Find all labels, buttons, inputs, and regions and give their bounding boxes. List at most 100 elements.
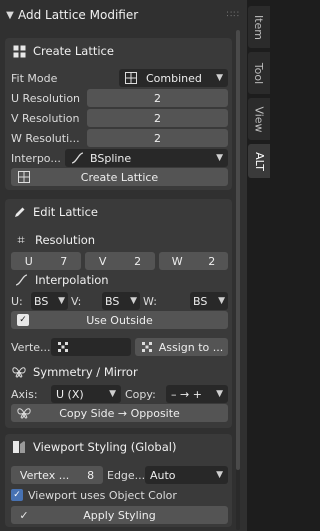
edit-w-label: W — [171, 254, 183, 268]
interp-w-dropdown[interactable]: BS ▼ — [190, 292, 228, 310]
tab-tool-label: Tool — [252, 62, 266, 84]
grid-icon — [17, 170, 31, 184]
edit-u-field[interactable]: U 7 — [11, 252, 81, 270]
tab-item-label: Item — [252, 14, 266, 40]
axis-value: U (X) — [56, 387, 84, 401]
butterfly-icon — [17, 406, 31, 420]
vertex-group-label: Verte... — [11, 340, 51, 354]
curve-icon — [14, 273, 28, 287]
chevron-down-icon: ▼ — [218, 296, 225, 306]
interpolation-title: Interpolation — [35, 273, 109, 287]
interp-u-value: BS — [34, 294, 49, 308]
checkbox-checked-icon[interactable]: ✓ — [11, 489, 23, 501]
tab-view-label: View — [252, 105, 266, 133]
chevron-down-icon: ▼ — [130, 296, 137, 306]
axis-dropdown[interactable]: U (X) ▼ — [51, 385, 121, 403]
drag-grip-icon[interactable]: ∷∷ — [227, 10, 240, 20]
interp-w-value: BS — [193, 294, 208, 308]
w-resolution-field[interactable]: 2 — [87, 129, 228, 147]
sidebar-tabs: Item Tool View ALT — [247, 0, 271, 531]
edit-lattice-box: Edit Lattice ⌗ Resolution U 7 V 2 W 2 In… — [5, 199, 232, 428]
interp-v-dropdown[interactable]: BS ▼ — [102, 292, 140, 310]
edit-lattice-title: Edit Lattice — [33, 205, 98, 219]
scrollbar-thumb[interactable] — [236, 30, 240, 470]
resolution-header: ⌗ Resolution — [14, 232, 95, 248]
pencil-icon — [12, 205, 26, 219]
use-outside-toggle[interactable]: ✓ Use Outside — [11, 311, 228, 329]
tab-item[interactable]: Item — [248, 6, 270, 48]
edit-lattice-header: Edit Lattice — [12, 205, 98, 219]
v-resolution-row: V Resolution 2 — [11, 109, 228, 127]
vertex-size-field[interactable]: Vertex ... 8 — [11, 466, 103, 484]
create-lattice-button-label: Create Lattice — [80, 170, 159, 184]
tab-alt-label: ALT — [252, 151, 266, 171]
u-resolution-field[interactable]: 2 — [87, 89, 228, 107]
w-resolution-row: W Resoluti... 2 — [11, 129, 228, 147]
w-resolution-label: W Resoluti... — [11, 131, 80, 145]
chevron-down-icon: ▼ — [58, 296, 65, 306]
interp-u-dropdown[interactable]: BS ▼ — [31, 292, 68, 310]
v-resolution-field[interactable]: 2 — [87, 109, 228, 127]
hash-icon: ⌗ — [17, 232, 25, 248]
apply-styling-label: Apply Styling — [83, 508, 156, 522]
interpolation-header: Interpolation — [14, 273, 109, 287]
create-lattice-title: Create Lattice — [33, 44, 114, 58]
vertex-group-field[interactable] — [51, 338, 131, 356]
use-outside-label: Use Outside — [86, 313, 153, 327]
edge-label: Edge... — [107, 468, 145, 482]
panel-header[interactable]: ▼ Add Lattice Modifier ∷∷ — [2, 4, 244, 26]
tab-view[interactable]: View — [248, 98, 270, 140]
checkmark-icon: ✓ — [19, 508, 29, 522]
fit-mode-label: Fit Mode — [11, 71, 58, 85]
object-color-label: Viewport uses Object Color — [28, 488, 177, 502]
copy-side-button-label: Copy Side → Opposite — [59, 406, 180, 420]
viewport-styling-header: Viewport Styling (Global) — [12, 440, 176, 454]
chevron-down-icon: ▼ — [109, 389, 116, 399]
interpolation-type-row: U: BS ▼ V: BS ▼ W: BS ▼ — [11, 292, 228, 310]
viewport-styling-box: Viewport Styling (Global) Vertex ... 8 E… — [5, 434, 232, 527]
create-lattice-box: Create Lattice Fit Mode Combined ▼ U Res… — [5, 38, 232, 190]
axis-label: Axis: — [11, 387, 38, 401]
vertex-group-icon — [140, 340, 154, 354]
scrollbar[interactable] — [236, 30, 240, 530]
interp-v-label: V: — [71, 294, 82, 308]
chevron-down-icon[interactable]: ▼ — [2, 10, 18, 21]
vertex-group-icon — [56, 340, 70, 354]
fit-mode-value: Combined — [146, 71, 202, 85]
v-resolution-label: V Resolution — [11, 111, 80, 125]
assign-to-group-button[interactable]: Assign to ... — [135, 338, 228, 356]
vertex-group-row: Verte... Assign to ... — [11, 338, 228, 356]
edit-w-field[interactable]: W 2 — [159, 252, 228, 270]
viewport-styling-title: Viewport Styling (Global) — [33, 440, 177, 454]
u-resolution-label: U Resolution — [11, 91, 81, 105]
interp-v-value: BS — [105, 294, 120, 308]
edge-dropdown[interactable]: Auto ▼ — [145, 466, 228, 484]
vertex-size-label: Vertex ... — [19, 468, 70, 482]
interp-w-label: W: — [143, 294, 157, 308]
assign-button-label: Assign to ... — [158, 340, 224, 354]
edge-value: Auto — [150, 468, 176, 482]
symmetry-title: Symmetry / Mirror — [33, 365, 138, 379]
copy-label: Copy: — [125, 387, 156, 401]
lattice-grid-icon — [12, 44, 26, 58]
create-lattice-header: Create Lattice — [12, 44, 114, 58]
copy-side-button[interactable]: Copy Side → Opposite — [11, 404, 228, 422]
interpolation-label: Interpo... — [11, 151, 61, 165]
tab-tool[interactable]: Tool — [248, 52, 270, 94]
create-lattice-button[interactable]: Create Lattice — [11, 168, 228, 186]
interpolation-dropdown[interactable]: BSpline ▼ — [65, 149, 228, 167]
edit-v-field[interactable]: V 2 — [85, 252, 155, 270]
chevron-down-icon: ▼ — [216, 470, 223, 480]
fit-mode-dropdown[interactable]: Combined ▼ — [119, 69, 228, 87]
chevron-down-icon: ▼ — [216, 389, 223, 399]
apply-styling-button[interactable]: ✓ Apply Styling — [11, 506, 228, 524]
tab-alt[interactable]: ALT — [248, 144, 270, 178]
grid-icon — [124, 71, 138, 85]
chevron-down-icon: ▼ — [216, 73, 223, 83]
edit-v-value: 2 — [134, 254, 142, 268]
copy-dropdown[interactable]: – → + ▼ — [166, 385, 228, 403]
object-color-row[interactable]: ✓ Viewport uses Object Color — [11, 486, 228, 504]
panel-title: Add Lattice Modifier — [18, 8, 139, 22]
vertex-size-value: 8 — [87, 468, 95, 482]
butterfly-icon — [12, 365, 26, 379]
